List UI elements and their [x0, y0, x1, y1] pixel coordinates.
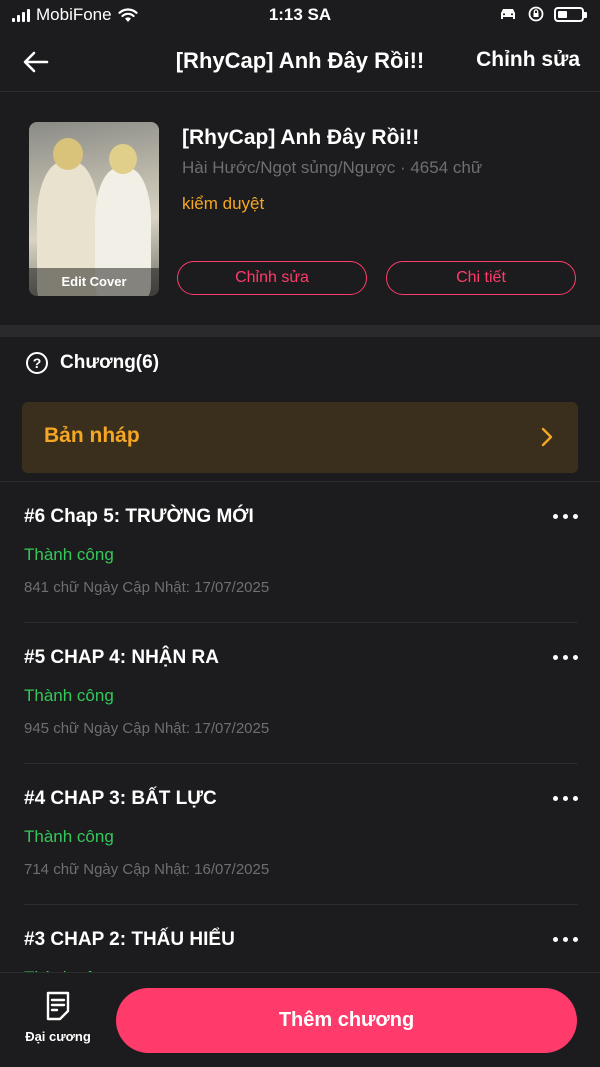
chapter-title: #6 Chap 5: TRƯỜNG MỚI — [24, 506, 254, 527]
back-arrow-icon — [23, 51, 49, 73]
status-right — [498, 6, 587, 22]
more-icon[interactable] — [553, 937, 578, 942]
outline-label: Đại cương — [25, 1029, 91, 1044]
edit-button[interactable]: Chỉnh sửa — [177, 261, 367, 295]
review-status: kiểm duyệt — [182, 194, 265, 213]
chapter-status: Thành công — [24, 827, 114, 846]
chapter-item[interactable]: #3 CHAP 2: THẤU HIỂU Thành công — [0, 905, 600, 972]
chapter-title: #3 CHAP 2: THẤU HIỂU — [24, 929, 235, 950]
chapter-info: 714 chữ Ngày Cập Nhật: 16/07/2025 — [24, 861, 270, 878]
chapter-info: 945 chữ Ngày Cập Nhật: 17/07/2025 — [24, 720, 270, 737]
chapters-count: Chương(6) — [60, 352, 160, 373]
cover-image[interactable]: Edit Cover — [29, 122, 159, 296]
book-genres: Hài Hước/Ngọt sủng/Ngược · 4654 chữ — [182, 158, 483, 177]
outline-button[interactable]: Đại cương — [16, 991, 100, 1044]
outline-icon — [46, 991, 70, 1021]
nav-bar: [RhyCap] Anh Đây Rồi!! Chỉnh sửa — [0, 32, 600, 92]
chapter-info: 841 chữ Ngày Cập Nhật: 17/07/2025 — [24, 579, 270, 596]
add-chapter-button[interactable]: Thêm chương — [116, 988, 577, 1053]
cover-figure — [109, 144, 137, 174]
help-icon[interactable]: ? — [26, 352, 48, 374]
chapter-item[interactable]: #5 CHAP 4: NHẬN RA Thành công 945 chữ Ng… — [0, 623, 600, 764]
book-title: [RhyCap] Anh Đây Rồi!! — [182, 126, 420, 149]
back-button[interactable] — [18, 44, 54, 80]
bottom-bar: Đại cương Thêm chương — [0, 972, 600, 1067]
chapter-list: #6 Chap 5: TRƯỜNG MỚI Thành công 841 chữ… — [0, 482, 600, 972]
section-divider — [0, 325, 600, 337]
detail-button[interactable]: Chi tiết — [386, 261, 576, 295]
car-icon — [501, 9, 515, 19]
chapters-header: ? Chương(6) — [26, 352, 159, 374]
chapter-item[interactable]: #6 Chap 5: TRƯỜNG MỚI Thành công 841 chữ… — [0, 482, 600, 623]
chapter-item[interactable]: #4 CHAP 3: BẤT LỰC Thành công 714 chữ Ng… — [0, 764, 600, 905]
more-icon[interactable] — [553, 796, 578, 801]
chevron-right-icon — [541, 427, 553, 447]
chapter-title: #5 CHAP 4: NHẬN RA — [24, 647, 219, 668]
cover-figure — [53, 138, 83, 170]
draft-label: Bản nháp — [44, 424, 140, 447]
battery-icon — [554, 6, 587, 22]
more-icon[interactable] — [553, 655, 578, 660]
edit-link[interactable]: Chỉnh sửa — [476, 48, 580, 72]
chapter-title: #4 CHAP 3: BẤT LỰC — [24, 788, 217, 809]
draft-row[interactable]: Bản nháp — [22, 402, 578, 473]
status-bar: MobiFone 1:13 SA — [0, 0, 600, 32]
book-info: Edit Cover [RhyCap] Anh Đây Rồi!! Hài Hư… — [0, 93, 600, 325]
chapter-status: Thành công — [24, 545, 114, 564]
chapter-status: Thành công — [24, 686, 114, 705]
edit-cover-label[interactable]: Edit Cover — [29, 268, 159, 296]
page-title: [RhyCap] Anh Đây Rồi!! — [175, 48, 425, 73]
rotation-lock-icon — [528, 6, 544, 22]
more-icon[interactable] — [553, 514, 578, 519]
